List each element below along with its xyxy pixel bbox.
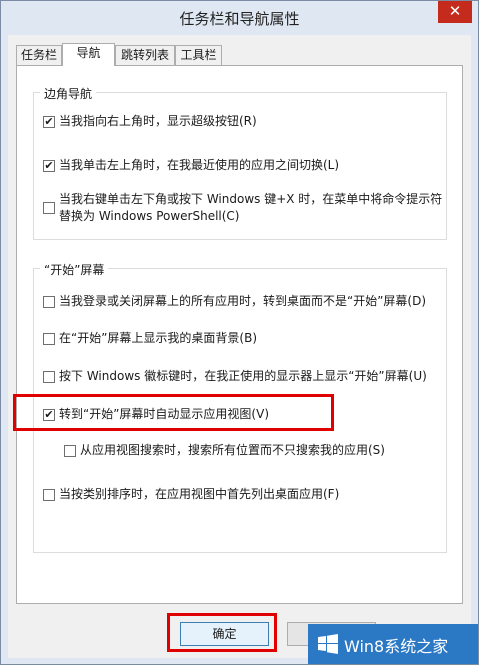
ok-button[interactable]: 确定 — [180, 622, 269, 646]
option-go-to-desktop-on-signin[interactable]: 当我登录或关闭屏幕上的所有应用时，转到桌面而不是“开始”屏幕(D) — [43, 293, 443, 310]
close-button[interactable]: ✕ — [438, 1, 472, 23]
close-icon: ✕ — [448, 2, 462, 20]
corner-navigation-group: 边角导航 ✔ 当我指向右上角时，显示超级按钮(R) ✔ 当我单击左上角时，在我最… — [33, 85, 447, 240]
option-label: 当我单击左上角时，在我最近使用的应用之间切换(L) — [59, 158, 340, 172]
windows-logo-icon — [318, 634, 338, 654]
option-label: 在“开始”屏幕上显示我的桌面背景(B) — [59, 331, 258, 345]
checkbox[interactable] — [43, 371, 55, 383]
option-show-apps-view[interactable]: ✔ 转到“开始”屏幕时自动显示应用视图(V) — [43, 406, 443, 423]
option-label: 当我登录或关闭屏幕上的所有应用时，转到桌面而不是“开始”屏幕(D) — [59, 294, 427, 308]
option-replace-cmd-with-powershell[interactable]: 当我右键单击左下角或按下 Windows 键+X 时，在菜单中将命令提示符替换为… — [43, 191, 443, 227]
group-title-start-screen: “开始”屏幕 — [40, 261, 109, 278]
checkbox[interactable]: ✔ — [43, 409, 55, 421]
checkbox[interactable] — [43, 296, 55, 308]
navigation-tab-panel: 边角导航 ✔ 当我指向右上角时，显示超级按钮(R) ✔ 当我单击左上角时，在我最… — [16, 65, 463, 604]
checkbox[interactable]: ✔ — [43, 160, 55, 172]
dialog-body: 任务栏 导航 跳转列表 工具栏 边角导航 ✔ 当我指向右上角时，显示超级按钮(R… — [8, 35, 471, 658]
option-search-everywhere[interactable]: 从应用视图搜索时，搜索所有位置而不只搜索我的应用(S) — [64, 442, 443, 459]
option-show-charms[interactable]: ✔ 当我指向右上角时，显示超级按钮(R) — [43, 113, 443, 130]
title-bar[interactable]: 任务栏和导航属性 ✕ — [1, 1, 478, 35]
checkbox[interactable] — [43, 333, 55, 345]
option-list-desktop-apps-first[interactable]: 当按类别排序时，在应用视图中首先列出桌面应用(F) — [43, 486, 443, 503]
checkbox[interactable] — [64, 445, 76, 457]
tab-navigation[interactable]: 导航 — [62, 43, 115, 66]
option-switch-recent-apps[interactable]: ✔ 当我单击左上角时，在我最近使用的应用之间切换(L) — [43, 157, 443, 174]
checkbox[interactable] — [43, 489, 55, 501]
option-label: 当按类别排序时，在应用视图中首先列出桌面应用(F) — [59, 487, 340, 501]
site-watermark: Win8系统之家 — [308, 624, 478, 664]
checkbox[interactable] — [43, 202, 55, 214]
checkbox[interactable]: ✔ — [43, 116, 55, 128]
dialog-window: 任务栏和导航属性 ✕ 任务栏 导航 跳转列表 工具栏 边角导航 ✔ 当我指向右上… — [0, 0, 479, 665]
window-title: 任务栏和导航属性 — [179, 10, 300, 28]
tab-jump-lists[interactable]: 跳转列表 — [115, 45, 175, 65]
watermark-text: Win8系统之家 — [344, 637, 449, 656]
tab-taskbar[interactable]: 任务栏 — [16, 45, 62, 65]
option-label: 当我指向右上角时，显示超级按钮(R) — [59, 114, 257, 128]
option-label: 按下 Windows 徽标键时，在我正使用的显示器上显示“开始”屏幕(U) — [59, 369, 427, 383]
group-title-corner-navigation: 边角导航 — [40, 85, 97, 102]
tab-toolbars[interactable]: 工具栏 — [175, 45, 222, 65]
option-start-on-current-display[interactable]: 按下 Windows 徽标键时，在我正使用的显示器上显示“开始”屏幕(U) — [43, 368, 443, 385]
option-label: 当我右键单击左下角或按下 Windows 键+X 时，在菜单中将命令提示符替换为… — [59, 192, 443, 223]
option-label: 转到“开始”屏幕时自动显示应用视图(V) — [59, 407, 270, 421]
start-screen-group: “开始”屏幕 当我登录或关闭屏幕上的所有应用时，转到桌面而不是“开始”屏幕(D)… — [33, 261, 447, 553]
option-show-desktop-background[interactable]: 在“开始”屏幕上显示我的桌面背景(B) — [43, 330, 443, 347]
option-label: 从应用视图搜索时，搜索所有位置而不只搜索我的应用(S) — [80, 443, 385, 457]
